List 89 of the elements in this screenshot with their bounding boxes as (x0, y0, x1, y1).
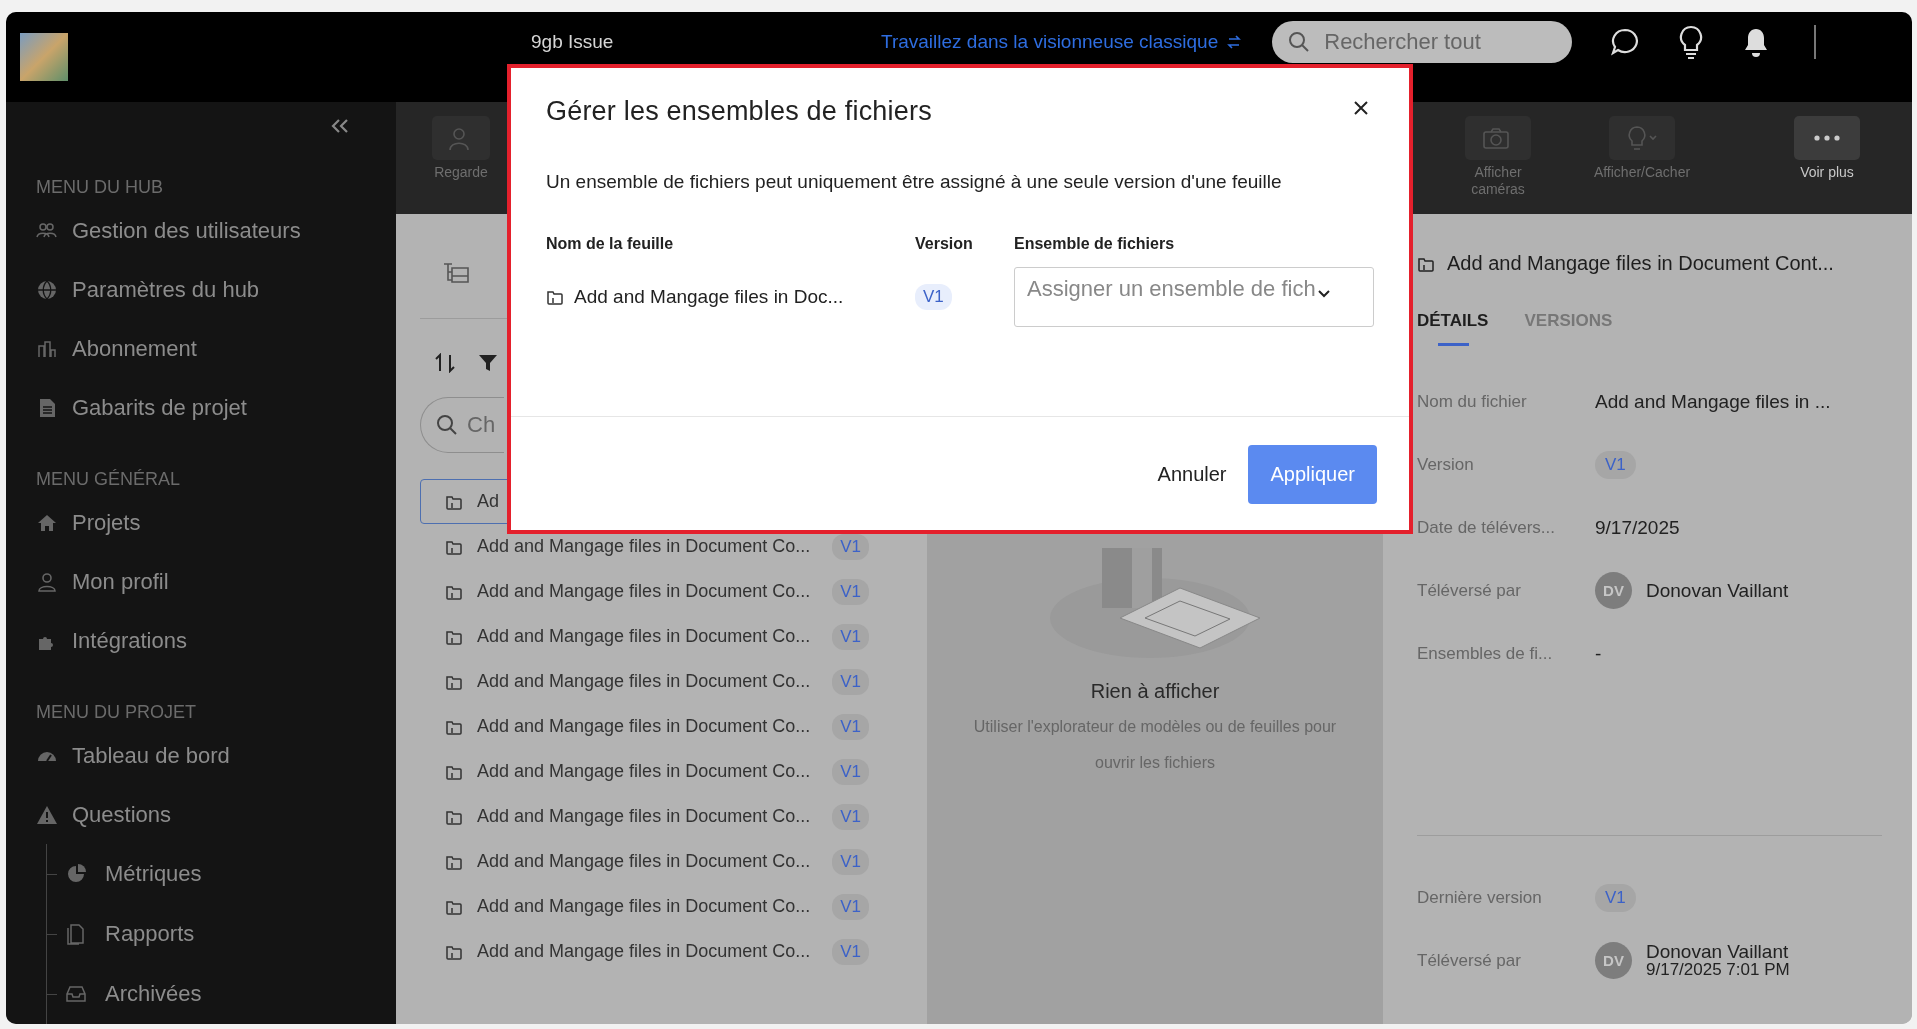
section-heading: MENU GÉNÉRAL (36, 468, 182, 492)
classic-viewer-link[interactable]: Travaillez dans la visionneuse classique (881, 31, 1243, 53)
version-badge: V1 (832, 938, 869, 965)
sidebar-item[interactable]: Paramètres du hub (36, 260, 260, 320)
sidebar-item[interactable]: Gabarits de projet (36, 378, 247, 438)
tab[interactable]: DÉTAILS (1417, 311, 1489, 346)
file-row[interactable]: Add and Mangage files in Document Co... V1 (420, 659, 880, 704)
empty-message: Utiliser l'explorateur de modèles ou de feuilles pour ouvrir les fichiers (972, 717, 1338, 773)
column-header: Ensemble de fichiers (1014, 235, 1176, 253)
cancel-button[interactable]: Annuler (1157, 445, 1227, 504)
apply-button[interactable]: Appliquer (1248, 445, 1377, 504)
sidebar-item[interactable]: Projets (36, 493, 141, 553)
file-set-dropdown[interactable]: Assigner un ensemble de fich (1014, 267, 1374, 327)
lightbulb-icon (1625, 123, 1659, 153)
column-header: Version (915, 235, 974, 253)
upload-date: 9/17/2025 7:01 PM (1646, 960, 1790, 979)
toolbar-button[interactable]: Afficher/Cacher (1582, 116, 1702, 181)
file-row[interactable]: Add and Mangage files in Document Co... V1 (420, 704, 880, 749)
version-badge: V1 (832, 758, 869, 785)
version-badge: V1 (832, 893, 869, 920)
sidebar-item[interactable]: Gestion des utilisateurs (36, 201, 301, 261)
sheet-icon (546, 288, 564, 306)
sort-icon[interactable] (434, 353, 456, 373)
chevron-down-icon (1317, 290, 1330, 298)
collapse-icon[interactable] (330, 118, 350, 134)
file-row[interactable]: Add and Mangage files in Document Co... V1 (420, 929, 880, 974)
version-badge: V1 (832, 533, 869, 560)
field-value: 9/17/2025 (1595, 516, 1680, 539)
sidebar-item[interactable]: Rapports (47, 904, 195, 965)
field-label: Nom du fichier (1417, 391, 1528, 412)
search-icon (436, 414, 458, 436)
file-row[interactable]: Add and Mangage files in Document Co... V1 (420, 884, 880, 929)
sidebar-item[interactable]: Abonnement (36, 319, 197, 379)
project-title: 9gb Issue (531, 31, 615, 53)
close-icon (1353, 100, 1369, 116)
avatar-initials: DV (1595, 572, 1632, 609)
close-button[interactable] (1353, 100, 1369, 116)
swap-icon (1226, 34, 1243, 50)
file-row[interactable]: Add and Mangage files in Document Co... V1 (420, 614, 880, 659)
sidebar-item[interactable]: Mon profil (36, 552, 169, 612)
user-name: Donovan Vaillant (1646, 942, 1790, 961)
sidebar-item[interactable]: Questions (36, 785, 172, 845)
sheet-name: Add and Mangage files in Doc... (574, 286, 844, 308)
section-heading: MENU DU PROJET (36, 701, 197, 725)
file-row[interactable]: Add and Mangage files in Document Co... V1 (420, 569, 880, 614)
toolbar-button[interactable]: Afficher caméras (1448, 116, 1548, 198)
field-label: Ensembles de fi... (1417, 643, 1554, 664)
file-row[interactable]: Add and Mangage files in Document Co... V1 (420, 839, 880, 884)
version-badge: V1 (832, 848, 869, 875)
avatar-initials: DV (1595, 942, 1632, 979)
filter-icon[interactable] (478, 353, 498, 373)
version-badge: V1 (832, 713, 869, 740)
sidebar-item[interactable]: Métriques (47, 844, 202, 905)
search-field[interactable]: Ch (420, 397, 504, 453)
field-label: Dernière version (1417, 887, 1543, 908)
sidebar-item[interactable]: Intégrations (36, 611, 187, 671)
field-label: Version (1417, 454, 1475, 475)
field-value: - (1595, 642, 1602, 665)
search-field[interactable]: Rechercher tout (1272, 21, 1573, 63)
lightbulb-icon[interactable] (1678, 25, 1705, 59)
version-badge: V1 (832, 668, 869, 695)
field-label: Date de télévers... (1417, 517, 1556, 538)
section-heading: MENU DU HUB (36, 176, 164, 200)
pages-icon (65, 923, 87, 946)
more-icon (1814, 135, 1840, 141)
column-header: Nom de la feuille (546, 235, 675, 253)
dialog-title: Gérer les ensembles de fichiers (546, 96, 932, 127)
version-badge: V1 (1595, 450, 1636, 479)
file-row[interactable]: Add and Mangage files in Document Co... V1 (420, 749, 880, 794)
version-badge: V1 (832, 623, 869, 650)
user-name: Donovan Vaillant (1646, 579, 1789, 602)
empty-title: Rien à afficher (1090, 680, 1220, 703)
outline-icon[interactable] (442, 261, 470, 285)
sidebar-item[interactable]: Archivées (47, 964, 202, 1024)
field-label: Téléversé par (1417, 950, 1522, 971)
version-badge: V1 (832, 578, 869, 605)
sidebar-item[interactable]: Tableau de bord (36, 726, 230, 786)
field-label: Téléversé par (1417, 580, 1522, 601)
person-icon (36, 570, 58, 593)
file-title: Add and Mangage files in Document Cont... (1447, 252, 1834, 275)
version-badge: V1 (832, 803, 869, 830)
search-icon (1288, 31, 1311, 53)
globe-icon (36, 278, 58, 301)
version-badge: V1 (915, 284, 952, 310)
version-badge: V1 (1595, 883, 1636, 912)
field-value: Add and Mangage files in ... (1595, 390, 1831, 413)
file-row[interactable]: Add and Mangage files in Document Co... V1 (420, 794, 880, 839)
dialog-description: Un ensemble de fichiers peut uniquement être assigné à une seule version d'une feuille (545, 170, 1283, 193)
chat-icon[interactable] (1610, 27, 1641, 57)
